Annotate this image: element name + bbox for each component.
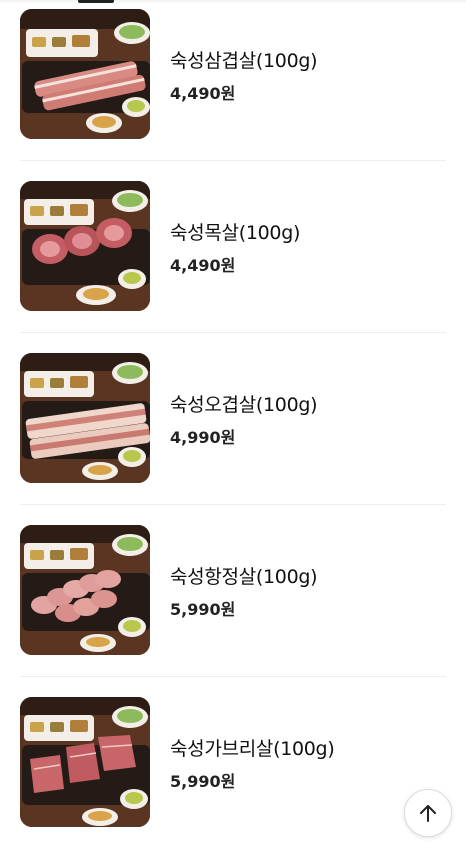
menu-item-price: 4,490원 — [170, 256, 236, 275]
menu-item-name: 숙성오겹살(100g) — [170, 394, 318, 416]
menu-item-pork-jowl[interactable]: 숙성항정살(100g) 5,990원 — [0, 504, 466, 676]
menu-item-name: 숙성삼겹살(100g) — [170, 50, 318, 72]
menu-item-pork-belly[interactable]: 숙성삼겹살(100g) 4,490원 — [0, 0, 466, 160]
menu-item-photo[interactable] — [20, 525, 150, 655]
menu-item-pork-neck[interactable]: 숙성목살(100g) 4,490원 — [0, 160, 466, 332]
scroll-to-top-button[interactable] — [404, 789, 452, 837]
menu-item-name: 숙성가브리살(100g) — [170, 738, 335, 760]
menu-item-price: 5,990원 — [170, 772, 236, 791]
menu-item-price: 4,490원 — [170, 84, 236, 103]
menu-item-skin-on-pork-belly[interactable]: 숙성오겹살(100g) 4,990원 — [0, 332, 466, 504]
menu-item-photo[interactable] — [20, 181, 150, 311]
menu-item-name: 숙성항정살(100g) — [170, 566, 318, 588]
menu-item-name: 숙성목살(100g) — [170, 222, 301, 244]
menu-item-photo[interactable] — [20, 697, 150, 827]
menu-item-price: 4,990원 — [170, 428, 236, 447]
arrow-up-icon — [420, 805, 436, 822]
menu-item-photo[interactable] — [20, 353, 150, 483]
menu-item-pork-shoulder[interactable]: 숙성가브리살(100g) 5,990원 — [0, 676, 466, 848]
menu-item-price: 5,990원 — [170, 600, 236, 619]
menu-item-photo[interactable] — [20, 9, 150, 139]
